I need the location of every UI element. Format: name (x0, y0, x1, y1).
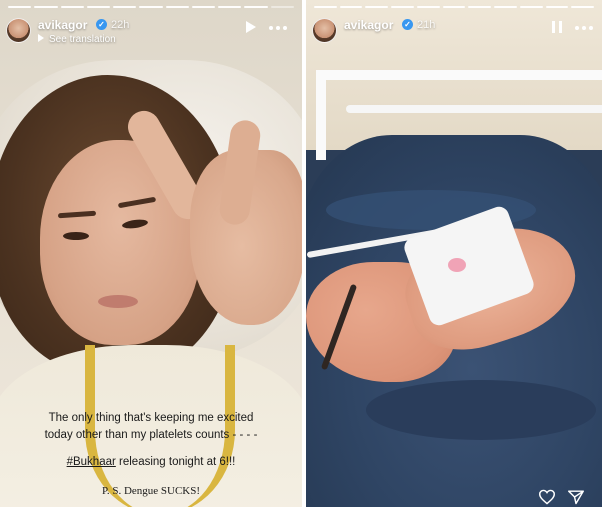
progress-segment (571, 6, 595, 8)
progress-segment (139, 6, 163, 8)
username[interactable]: avikagor (344, 18, 393, 32)
progress-segment (8, 6, 32, 8)
caption-line: today other than my platelets counts - -… (44, 429, 258, 441)
progress-segment (442, 6, 466, 8)
see-translation-link[interactable]: See translation (38, 34, 116, 45)
progress-segment (365, 6, 389, 8)
progress-segment (34, 6, 58, 8)
bed-rail (316, 70, 602, 80)
progress-segment (270, 6, 294, 8)
caption-text: The only thing that's keeping me excited… (0, 410, 302, 444)
lips (98, 295, 138, 308)
bed-rail (346, 105, 602, 113)
eye (63, 232, 89, 240)
progress-segment (60, 6, 84, 8)
progress-segment (86, 6, 111, 8)
play-icon[interactable] (246, 21, 256, 33)
story-left[interactable]: avikagor ✓ 22h See translation The only … (0, 0, 302, 507)
username[interactable]: avikagor (38, 18, 87, 32)
hashtag-link[interactable]: #Bukhaar (67, 456, 116, 468)
story-right[interactable]: avikagor ✓ 21h (306, 0, 602, 507)
progress-segment (494, 6, 517, 8)
story-header: avikagor ✓ 21h (312, 17, 594, 47)
progress-segment (468, 6, 492, 8)
progress-segment (113, 6, 137, 8)
iv-cannula (448, 258, 466, 272)
progress-segment (416, 6, 440, 8)
more-options-icon[interactable] (269, 26, 289, 30)
caption-hashtag-line: #Bukhaar releasing tonight at 6!!! (0, 456, 302, 468)
progress-segment (191, 6, 216, 8)
caption-line: releasing tonight at 6!!! (115, 456, 236, 468)
progress-segment (339, 6, 363, 8)
progress-segment (545, 6, 569, 8)
verified-badge-icon: ✓ (96, 19, 107, 30)
story-progress-bar (8, 6, 294, 8)
heart-icon[interactable] (538, 489, 556, 505)
caption-ps-line: P. S. Dengue SUCKS! (101, 485, 201, 497)
verified-badge-icon: ✓ (402, 19, 413, 30)
progress-segment (391, 6, 414, 8)
caption-line: The only thing that's keeping me excited (48, 412, 254, 424)
send-icon[interactable] (567, 489, 585, 505)
pause-icon[interactable] (552, 21, 562, 33)
story-age: 22h (111, 19, 130, 31)
progress-segment (519, 6, 543, 8)
progress-segment (314, 6, 337, 8)
translate-play-icon (38, 34, 44, 43)
blanket-fold (366, 380, 596, 440)
progress-segment (165, 6, 189, 8)
bed-rail-post (316, 70, 326, 160)
more-options-icon[interactable] (575, 26, 595, 30)
story-age: 21h (417, 19, 436, 31)
avatar[interactable] (6, 18, 31, 43)
story-progress-bar (314, 6, 595, 8)
progress-segment (218, 6, 242, 8)
avatar[interactable] (312, 18, 337, 43)
progress-segment (244, 6, 268, 8)
story-header: avikagor ✓ 22h See translation (6, 17, 294, 47)
see-translation-label: See translation (49, 34, 116, 45)
